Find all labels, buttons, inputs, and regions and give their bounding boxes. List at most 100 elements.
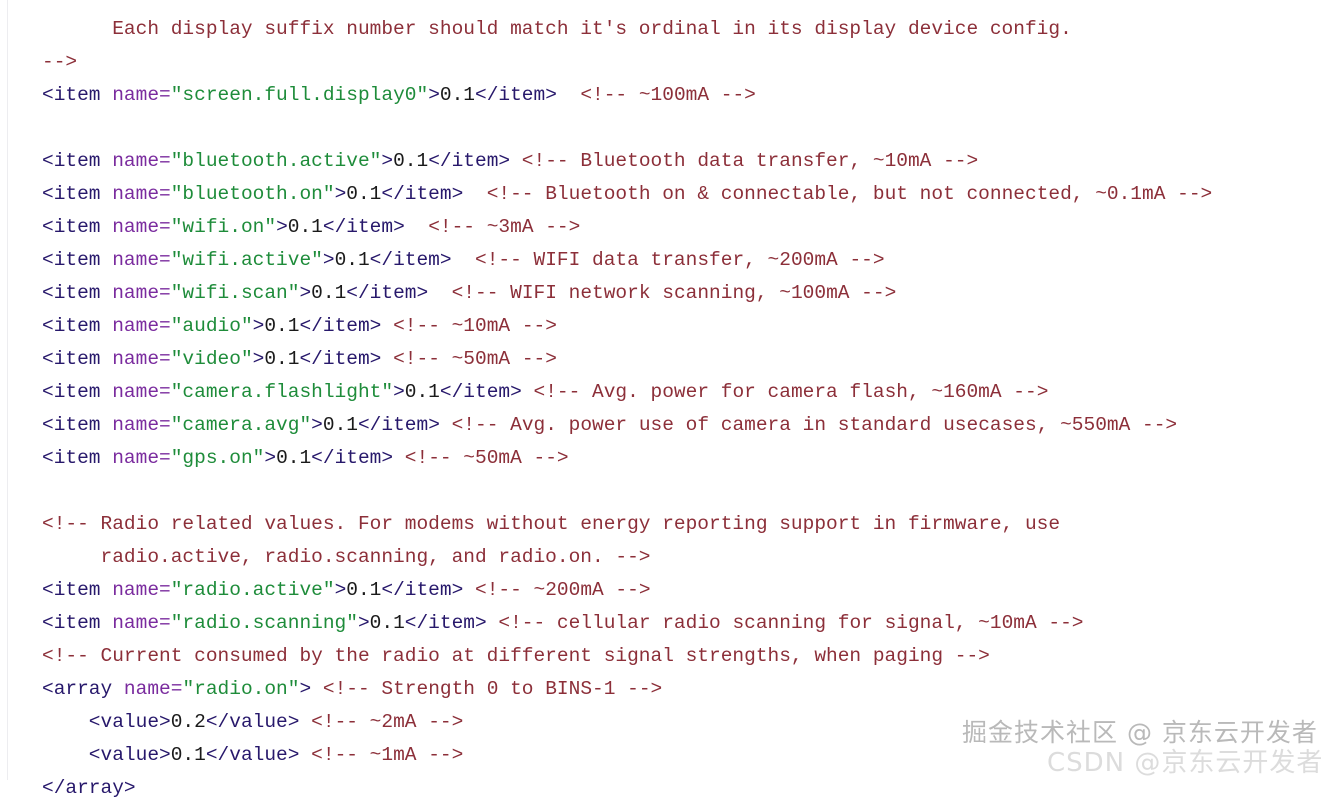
code-token-cmt: <!-- ~1mA --> — [299, 744, 464, 766]
code-token-tag: > — [276, 216, 288, 238]
code-line: <item name="bluetooth.active">0.1</item>… — [0, 145, 1327, 178]
code-token-tag: </item> — [439, 381, 522, 403]
code-token-tag: </value> — [205, 711, 300, 733]
code-token-str: "radio.scanning" — [170, 612, 358, 634]
code-line: <item name="radio.scanning">0.1</item> <… — [0, 607, 1327, 640]
code-token-tag: </array> — [42, 777, 136, 799]
code-token-tag: </item> — [404, 612, 487, 634]
code-token-cmt: <!-- ~50mA --> — [381, 348, 557, 370]
code-token-tag: <value> — [42, 711, 171, 733]
code-token-tag: > — [428, 84, 440, 106]
code-token-tag: <item — [42, 150, 113, 172]
code-token-str: "wifi.scan" — [170, 282, 300, 304]
code-token-cmt: <!-- WIFI network scanning, ~100mA --> — [428, 282, 897, 304]
code-token-tag: > — [299, 282, 312, 304]
code-token-tag: <item — [42, 216, 113, 238]
code-token-tag: > — [357, 612, 370, 634]
code-token-text: 0.2 — [170, 711, 206, 733]
code-token-tag: <item — [42, 447, 113, 469]
code-line: <value>0.1</value> <!-- ~1mA --> — [0, 739, 1327, 772]
code-token-attr: name= — [112, 315, 171, 337]
code-token-text: 0.1 — [322, 414, 358, 436]
code-token-tag: > — [381, 150, 394, 172]
code-token-attr: name= — [112, 348, 171, 370]
code-token-tag: </item> — [322, 216, 405, 238]
code-token-tag: <item — [42, 348, 113, 370]
code-token-str: "screen.full.display0" — [170, 84, 429, 106]
code-line: Each display suffix number should match … — [0, 13, 1327, 46]
code-line: <item name="gps.on">0.1</item> <!-- ~50m… — [0, 442, 1327, 475]
code-token-cmt: <!-- Bluetooth data transfer, ~10mA --> — [510, 150, 979, 172]
code-token-str: "radio.active" — [170, 579, 335, 601]
code-token-tag: <item — [42, 315, 113, 337]
code-token-tag: <item — [42, 381, 113, 403]
code-line: <item name="video">0.1</item> <!-- ~50mA… — [0, 343, 1327, 376]
code-token-attr: name= — [112, 381, 171, 403]
code-token-attr: name= — [112, 282, 171, 304]
code-token-text: 0.1 — [404, 381, 440, 403]
code-token-cmt: <!-- ~3mA --> — [404, 216, 581, 238]
code-line: <item name="wifi.on">0.1</item> <!-- ~3m… — [0, 211, 1327, 244]
code-token-tag: > — [334, 183, 347, 205]
code-token-attr: name= — [112, 216, 171, 238]
code-token-str: "gps.on" — [170, 447, 265, 469]
code-token-attr: name= — [112, 84, 171, 106]
code-line: <item name="wifi.scan">0.1</item> <!-- W… — [0, 277, 1327, 310]
code-token-tag: > — [311, 414, 323, 436]
code-token-str: "camera.flashlight" — [170, 381, 394, 403]
code-line: <item name="camera.flashlight">0.1</item… — [0, 376, 1327, 409]
code-token-cmt: <!-- cellular radio scanning for signal,… — [486, 612, 1084, 634]
code-token-str: "video" — [170, 348, 253, 370]
xml-code-block[interactable]: Each display suffix number should match … — [0, 13, 1327, 805]
code-token-cmt: Each display suffix number should match … — [42, 18, 1072, 40]
code-token-text: 0.1 — [439, 84, 475, 106]
code-token-tag: </item> — [381, 579, 464, 601]
code-token-cmt: <!-- ~100mA --> — [556, 84, 756, 106]
code-token-tag: </item> — [311, 447, 394, 469]
code-token-str: "wifi.active" — [170, 249, 323, 271]
code-line: <!-- Current consumed by the radio at di… — [0, 640, 1327, 673]
code-line: radio.active, radio.scanning, and radio.… — [0, 541, 1327, 574]
code-token-cmt: <!-- Avg. power for camera flash, ~160mA… — [521, 381, 1049, 403]
code-token-attr: name= — [112, 249, 171, 271]
code-token-text: 0.1 — [334, 249, 370, 271]
code-token-tag: > — [299, 678, 312, 700]
code-token-cmt: <!-- Bluetooth on & connectable, but not… — [463, 183, 1213, 205]
code-token-tag: </item> — [346, 282, 429, 304]
code-token-tag: > — [334, 579, 347, 601]
code-token-text: 0.1 — [264, 315, 300, 337]
code-token-tag: > — [393, 381, 405, 403]
code-token-text: 0.1 — [346, 183, 382, 205]
code-token-text: 0.1 — [276, 447, 312, 469]
code-token-str: "camera.avg" — [170, 414, 312, 436]
code-line: <value>0.2</value> <!-- ~2mA --> — [0, 706, 1327, 739]
code-token-tag: <array — [42, 678, 124, 700]
code-token-str: "wifi.on" — [170, 216, 277, 238]
code-token-cmt: <!-- ~50mA --> — [393, 447, 569, 469]
code-line: <item name="bluetooth.on">0.1</item> <!-… — [0, 178, 1327, 211]
code-token-tag: <item — [42, 249, 113, 271]
code-token-cmt: <!-- Avg. power use of camera in standar… — [439, 414, 1178, 436]
code-line: <item name="radio.active">0.1</item> <!-… — [0, 574, 1327, 607]
code-token-tag: </item> — [381, 183, 464, 205]
code-screenshot-page: Each display suffix number should match … — [0, 0, 1327, 799]
code-token-attr: name= — [112, 612, 171, 634]
code-token-cmt: --> — [42, 51, 78, 73]
code-token-text: 0.1 — [311, 282, 347, 304]
code-token-tag: > — [252, 348, 265, 370]
code-token-cmt: <!-- ~2mA --> — [299, 711, 464, 733]
code-line: <array name="radio.on"> <!-- Strength 0 … — [0, 673, 1327, 706]
code-token-tag: </item> — [299, 348, 382, 370]
code-token-cmt: <!-- ~200mA --> — [463, 579, 651, 601]
code-token-tag: <value> — [42, 744, 171, 766]
code-token-cmt: <!-- Current consumed by the radio at di… — [42, 645, 990, 667]
code-token-text: 0.1 — [393, 150, 429, 172]
code-token-tag: </item> — [357, 414, 440, 436]
code-token-tag: </item> — [299, 315, 382, 337]
code-token-tag: <item — [42, 282, 113, 304]
code-token-attr: name= — [112, 414, 171, 436]
code-token-str: "bluetooth.active" — [170, 150, 382, 172]
code-token-tag: > — [264, 447, 277, 469]
